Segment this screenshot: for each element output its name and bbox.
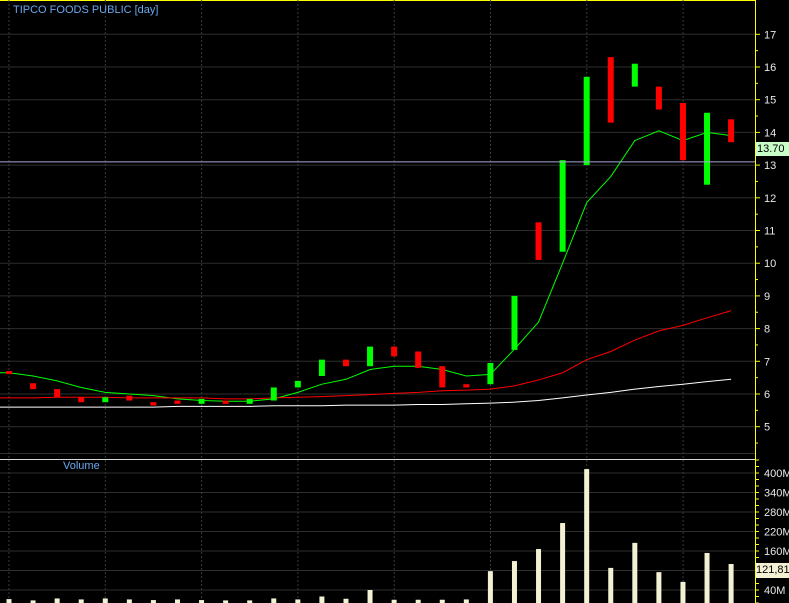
volume-bar: [6, 599, 12, 603]
grid-lines: [0, 0, 755, 591]
volume-bar: [680, 581, 686, 603]
volume-tick-label: 400M: [764, 468, 789, 480]
volume-bars: [6, 469, 734, 603]
price-bar: [728, 119, 735, 143]
price-bar: [102, 397, 109, 403]
last-volume-label: 121,81: [756, 563, 789, 578]
price-bar: [607, 57, 614, 123]
price-bar: [704, 112, 711, 185]
volume-bar: [319, 596, 325, 603]
volume-bar: [511, 561, 517, 603]
price-bar: [535, 222, 542, 260]
price-tick-label: 15: [764, 95, 776, 107]
price-bar: [198, 398, 205, 404]
price-bar: [222, 400, 229, 404]
price-bar: [342, 359, 349, 367]
vertical-grid-lines: [8, 0, 684, 603]
volume-bar: [608, 567, 614, 603]
volume-bar: [295, 599, 301, 603]
price-bar: [6, 371, 12, 375]
volume-bar: [656, 572, 662, 603]
volume-bar: [78, 599, 84, 603]
volume-pane-label: Volume: [63, 460, 100, 472]
price-tick-label: 10: [764, 258, 776, 270]
price-bar: [583, 76, 590, 166]
volume-bar: [343, 598, 349, 603]
price-tick-label: 12: [764, 193, 776, 205]
price-tick-label: 16: [764, 62, 776, 74]
price-bar: [439, 366, 446, 388]
volume-bar: [487, 571, 493, 603]
moving-average-lines: [0, 130, 732, 408]
price-tick-label: 17: [764, 29, 776, 41]
volume-bar: [584, 469, 590, 603]
volume-tick-label: 220M: [764, 527, 789, 539]
volume-bar: [174, 599, 180, 603]
price-bar: [294, 380, 301, 388]
volume-bar: [463, 599, 469, 603]
volume-bar: [704, 552, 710, 603]
price-tick-label: 6: [764, 389, 770, 401]
volume-bar: [126, 599, 132, 603]
price-bar: [463, 384, 470, 388]
volume-bar: [102, 598, 108, 603]
stock-chart[interactable]: 5 6 7 8 9 10 11 12 13 14 15 16 17 40M 160M 220M 280M 340…: [0, 0, 789, 603]
price-bar: [174, 400, 181, 404]
price-tick-label: 7: [764, 356, 770, 368]
volume-bar: [536, 549, 542, 603]
price-tick-label: 5: [764, 422, 770, 434]
price-tick-label: 13: [764, 160, 776, 172]
volume-tick-label: 40M: [764, 585, 785, 597]
volume-tick-label: 280M: [764, 507, 789, 519]
price-tick-label: 8: [764, 324, 770, 336]
price-bar: [487, 362, 494, 385]
volume-bar: [271, 598, 277, 603]
price-bar: [391, 346, 398, 357]
price-bar: [415, 351, 422, 368]
volume-bar: [54, 598, 60, 603]
price-bar: [78, 397, 85, 403]
moving-average-line: [0, 378, 732, 408]
last-price-label: 13.70: [756, 142, 789, 156]
chart-title: TIPCO FOODS PUBLIC [day]: [13, 4, 159, 16]
volume-bar: [728, 564, 734, 603]
volume-tick-label: 160M: [764, 546, 789, 558]
volume-bar: [367, 590, 373, 603]
price-tick-label: 9: [764, 291, 770, 303]
price-bar: [367, 346, 374, 367]
price-bar: [30, 383, 37, 390]
price-tick-label: 11: [764, 226, 775, 238]
price-bar: [270, 387, 277, 401]
moving-average-line: [0, 130, 732, 402]
price-bar: [511, 295, 518, 350]
volume-tick-label: 340M: [764, 488, 789, 500]
volume-axis: 40M 160M 220M 280M 340M 400M: [755, 459, 789, 603]
price-bar: [631, 63, 638, 87]
moving-average-line: [0, 310, 732, 400]
volume-bar: [560, 523, 566, 603]
price-bar: [318, 359, 325, 377]
price-bar: [246, 398, 253, 404]
price-bar: [126, 395, 133, 401]
price-bars: [6, 57, 735, 406]
price-bar: [54, 389, 61, 398]
volume-bar: [632, 542, 638, 603]
price-tick-label: 14: [764, 127, 776, 139]
price-bar: [655, 86, 662, 110]
price-bar: [559, 160, 566, 252]
price-bar: [679, 102, 686, 161]
price-bar: [150, 402, 157, 406]
